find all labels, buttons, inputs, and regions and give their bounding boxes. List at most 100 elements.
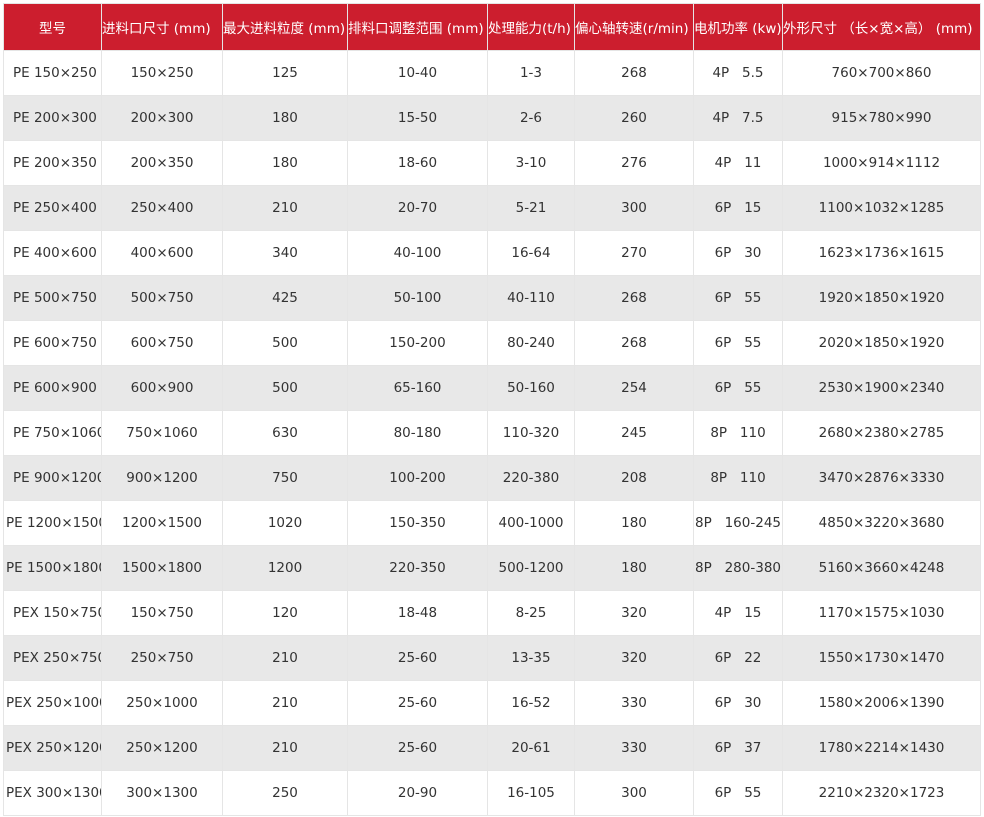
table-header-row: 型号 进料口尺寸 (mm) 最大进料粒度 (mm) 排料口调整范围 (mm) 处…	[3, 3, 981, 51]
cell-model: PE 200×350	[3, 140, 102, 186]
cell-discharge-range: 40-100	[347, 230, 488, 276]
cell-discharge-range: 25-60	[347, 635, 488, 681]
cell-motor-power: 6P 55	[693, 770, 783, 816]
jaw-crusher-spec-table: 型号 进料口尺寸 (mm) 最大进料粒度 (mm) 排料口调整范围 (mm) 处…	[3, 3, 981, 816]
cell-model: PE 1200×1500	[3, 500, 102, 546]
cell-dimensions: 2530×1900×2340	[782, 365, 981, 411]
cell-model: PEX 250×1200	[3, 725, 102, 771]
cell-dimensions: 1920×1850×1920	[782, 275, 981, 321]
cell-motor-power: 6P 55	[693, 275, 783, 321]
table-row: PE 250×400 250×400 210 20-70 5-21 300 6P 15 110…	[3, 185, 981, 231]
cell-motor-power: 6P 15	[693, 185, 783, 231]
cell-shaft-speed: 330	[574, 680, 694, 726]
cell-model: PEX 300×1300	[3, 770, 102, 816]
cell-capacity: 20-61	[487, 725, 575, 771]
header-motor-power: 电机功率 (kw)	[693, 3, 783, 51]
table-row: PEX 300×1300 300×1300 250 20-90 16-105 300 6P …	[3, 770, 981, 816]
cell-dimensions: 1000×914×1112	[782, 140, 981, 186]
cell-feed-opening: 250×750	[101, 635, 223, 681]
cell-motor-power: 8P 280-380	[693, 545, 783, 591]
cell-max-feed-size: 210	[222, 635, 348, 681]
cell-shaft-speed: 180	[574, 545, 694, 591]
cell-dimensions: 1550×1730×1470	[782, 635, 981, 681]
cell-feed-opening: 900×1200	[101, 455, 223, 501]
cell-feed-opening: 250×1000	[101, 680, 223, 726]
cell-capacity: 8-25	[487, 590, 575, 636]
cell-model: PE 400×600	[3, 230, 102, 276]
cell-capacity: 13-35	[487, 635, 575, 681]
cell-motor-power: 6P 22	[693, 635, 783, 681]
cell-max-feed-size: 180	[222, 95, 348, 141]
cell-dimensions: 1100×1032×1285	[782, 185, 981, 231]
cell-motor-power: 4P 15	[693, 590, 783, 636]
cell-motor-power: 6P 37	[693, 725, 783, 771]
cell-discharge-range: 65-160	[347, 365, 488, 411]
cell-shaft-speed: 268	[574, 320, 694, 366]
cell-feed-opening: 300×1300	[101, 770, 223, 816]
cell-discharge-range: 80-180	[347, 410, 488, 456]
cell-capacity: 40-110	[487, 275, 575, 321]
cell-motor-power: 6P 55	[693, 365, 783, 411]
table-row: PE 150×250 150×250 125 10-40 1-3 268 4P 5.5 760…	[3, 50, 981, 96]
cell-capacity: 220-380	[487, 455, 575, 501]
cell-motor-power: 8P 110	[693, 455, 783, 501]
cell-shaft-speed: 300	[574, 770, 694, 816]
cell-discharge-range: 18-60	[347, 140, 488, 186]
cell-dimensions: 3470×2876×3330	[782, 455, 981, 501]
cell-feed-opening: 200×350	[101, 140, 223, 186]
cell-feed-opening: 150×250	[101, 50, 223, 96]
cell-shaft-speed: 268	[574, 50, 694, 96]
cell-feed-opening: 150×750	[101, 590, 223, 636]
cell-dimensions: 2020×1850×1920	[782, 320, 981, 366]
cell-model: PE 750×1060	[3, 410, 102, 456]
cell-motor-power: 4P 5.5	[693, 50, 783, 96]
cell-feed-opening: 250×1200	[101, 725, 223, 771]
cell-shaft-speed: 276	[574, 140, 694, 186]
cell-model: PEX 250×1000	[3, 680, 102, 726]
cell-feed-opening: 600×750	[101, 320, 223, 366]
cell-discharge-range: 50-100	[347, 275, 488, 321]
cell-max-feed-size: 210	[222, 725, 348, 771]
cell-dimensions: 1780×2214×1430	[782, 725, 981, 771]
table-row: PE 400×600 400×600 340 40-100 16-64 270 6P 30 1…	[3, 230, 981, 276]
cell-max-feed-size: 1200	[222, 545, 348, 591]
cell-capacity: 16-105	[487, 770, 575, 816]
cell-max-feed-size: 340	[222, 230, 348, 276]
cell-model: PE 600×750	[3, 320, 102, 366]
cell-model: PEX 150×750	[3, 590, 102, 636]
table-row: PEX 250×1000 250×1000 210 25-60 16-52 330 6P 3…	[3, 680, 981, 726]
cell-feed-opening: 1500×1800	[101, 545, 223, 591]
cell-max-feed-size: 425	[222, 275, 348, 321]
cell-dimensions: 2680×2380×2785	[782, 410, 981, 456]
cell-model: PE 200×300	[3, 95, 102, 141]
cell-capacity: 400-1000	[487, 500, 575, 546]
cell-model: PE 1500×1800	[3, 545, 102, 591]
cell-feed-opening: 600×900	[101, 365, 223, 411]
header-discharge-range: 排料口调整范围 (mm)	[347, 3, 488, 51]
table-row: PE 900×1200 900×1200 750 100-200 220-380 208 8…	[3, 455, 981, 501]
cell-capacity: 80-240	[487, 320, 575, 366]
cell-dimensions: 4850×3220×3680	[782, 500, 981, 546]
cell-capacity: 3-10	[487, 140, 575, 186]
cell-discharge-range: 220-350	[347, 545, 488, 591]
table-row: PE 600×750 600×750 500 150-200 80-240 268 6P 5…	[3, 320, 981, 366]
cell-capacity: 500-1200	[487, 545, 575, 591]
cell-dimensions: 1170×1575×1030	[782, 590, 981, 636]
header-capacity: 处理能力(t/h)	[487, 3, 575, 51]
header-max-feed-size: 最大进料粒度 (mm)	[222, 3, 348, 51]
cell-model: PE 900×1200	[3, 455, 102, 501]
cell-max-feed-size: 210	[222, 680, 348, 726]
header-dimensions: 外形尺寸 （长×宽×高） (mm)	[782, 3, 981, 51]
cell-capacity: 16-52	[487, 680, 575, 726]
cell-feed-opening: 1200×1500	[101, 500, 223, 546]
cell-shaft-speed: 245	[574, 410, 694, 456]
table-row: PE 750×1060 750×1060 630 80-180 110-320 245 8P…	[3, 410, 981, 456]
cell-model: PEX 250×750	[3, 635, 102, 681]
cell-max-feed-size: 500	[222, 320, 348, 366]
cell-max-feed-size: 630	[222, 410, 348, 456]
cell-feed-opening: 200×300	[101, 95, 223, 141]
cell-dimensions: 915×780×990	[782, 95, 981, 141]
cell-shaft-speed: 270	[574, 230, 694, 276]
cell-model: PE 150×250	[3, 50, 102, 96]
cell-dimensions: 1623×1736×1615	[782, 230, 981, 276]
